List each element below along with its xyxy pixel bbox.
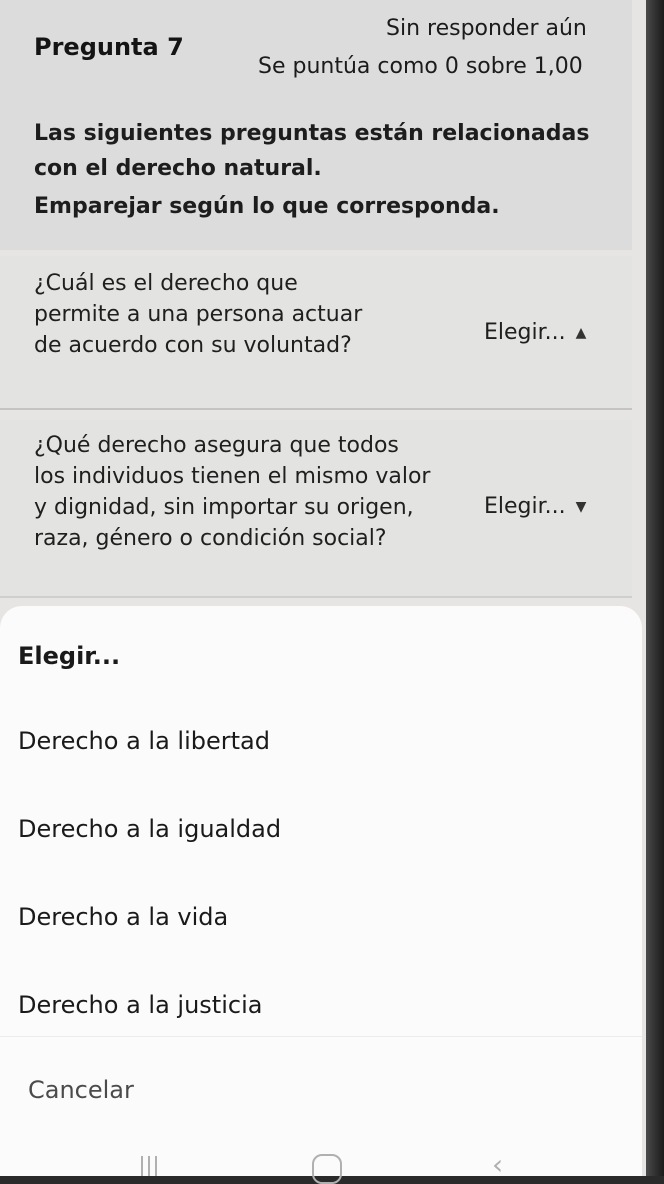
caret-up-icon: ▲: [575, 324, 587, 341]
question-instructions: Emparejar según lo que corresponda.: [34, 194, 500, 219]
question-info-box: Sin responder aún Pregunta 7 Se puntúa c…: [0, 0, 632, 250]
match-select-2-value: Elegir...: [484, 494, 566, 519]
question-title: Pregunta 7: [34, 33, 184, 61]
question-grade: Se puntúa como 0 sobre 1,00: [258, 54, 583, 79]
picker-option-justicia[interactable]: Derecho a la justicia: [18, 991, 262, 1019]
system-nav-bar: ‹: [0, 1140, 642, 1184]
cancel-button[interactable]: Cancelar: [28, 1076, 134, 1104]
match-row-2: ¿Qué derecho asegura que todos los indiv…: [0, 420, 632, 598]
home-icon[interactable]: [312, 1154, 342, 1184]
screen-edge: [646, 0, 664, 1176]
caret-down-icon: ▼: [575, 498, 587, 515]
question-status: Sin responder aún: [386, 16, 587, 41]
match-select-1[interactable]: Elegir... ▲: [484, 320, 586, 345]
match-stem-1: ¿Cuál es el derecho que permite a una pe…: [34, 271, 363, 358]
recent-apps-icon[interactable]: [137, 1156, 161, 1176]
question-intro: Las siguientes preguntas están relaciona…: [34, 121, 590, 181]
match-select-1-value: Elegir...: [484, 320, 566, 345]
match-select-2[interactable]: Elegir... ▼: [484, 494, 586, 519]
back-icon[interactable]: ‹: [492, 1148, 503, 1181]
picker-option-igualdad[interactable]: Derecho a la igualdad: [18, 815, 281, 843]
divider: [0, 1036, 642, 1037]
match-stem-2: ¿Qué derecho asegura que todos los indiv…: [34, 433, 431, 551]
picker-option-placeholder[interactable]: Elegir...: [18, 642, 120, 670]
match-row-1: ¿Cuál es el derecho que permite a una pe…: [0, 256, 632, 410]
picker-option-vida[interactable]: Derecho a la vida: [18, 903, 228, 931]
picker-option-libertad[interactable]: Derecho a la libertad: [18, 727, 270, 755]
